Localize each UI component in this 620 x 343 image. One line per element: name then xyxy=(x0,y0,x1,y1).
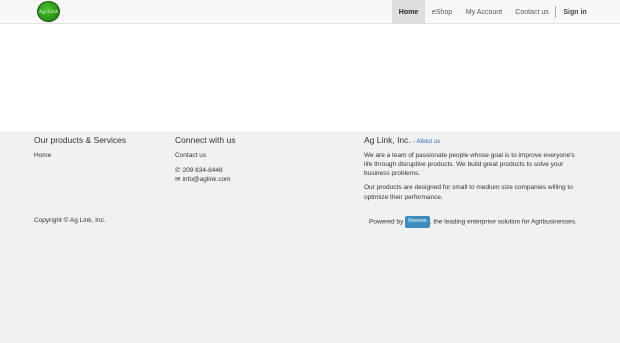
nav-eshop[interactable]: eShop xyxy=(428,0,456,24)
envelope-icon: ✉ xyxy=(175,176,181,183)
about-us-link[interactable]: - About us xyxy=(413,139,440,145)
main-content xyxy=(0,24,620,131)
logo-text: Ag Link xyxy=(38,8,59,15)
connect-contact-link[interactable]: Contact us xyxy=(175,151,206,161)
powered-suffix: , the leading enterprise solution for Ag… xyxy=(429,218,577,226)
top-navbar: Ag Link Home eShop My Account Contact us… xyxy=(0,0,620,24)
nav-home[interactable]: Home xyxy=(392,0,425,24)
nav-contact-us[interactable]: Contact us xyxy=(512,0,552,24)
nav-divider xyxy=(555,6,556,18)
nav-sign-in[interactable]: Sign in xyxy=(561,0,589,24)
phone-number: 209 834-8448 xyxy=(182,167,223,174)
powered-by-row: Powered by Reserve, the leading enterpri… xyxy=(369,216,577,228)
nav-my-account[interactable]: My Account xyxy=(462,0,506,24)
copyright-text: Copyright © Ag Link, Inc. xyxy=(34,217,106,224)
about-para2-line2: optimize their performance. xyxy=(364,194,443,201)
about-para1-line3: business problems. xyxy=(364,170,420,177)
ag-link-logo[interactable]: Ag Link xyxy=(37,1,60,22)
connect-heading: Connect with us xyxy=(175,135,236,145)
about-para2-line1: Our products are designed for small to m… xyxy=(364,184,573,191)
powered-prefix: Powered by xyxy=(369,218,404,226)
email-address[interactable]: info@aglink.com xyxy=(182,176,230,183)
products-heading: Our products & Services xyxy=(34,135,127,145)
about-heading-row: Ag Link, Inc. - About us xyxy=(364,135,440,145)
about-heading: Ag Link, Inc. xyxy=(364,135,411,145)
email-row: ✉ info@aglink.com xyxy=(175,175,231,185)
reserve-badge[interactable]: Reserve xyxy=(405,216,430,228)
products-home-link[interactable]: Home xyxy=(34,151,51,161)
